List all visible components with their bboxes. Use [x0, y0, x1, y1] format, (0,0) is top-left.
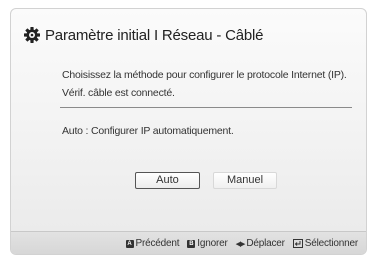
- divider: [60, 107, 352, 108]
- footer-ignore[interactable]: B Ignorer: [187, 238, 228, 249]
- move-label: Déplacer: [246, 238, 285, 249]
- b-key-icon: B: [187, 239, 196, 248]
- manual-button[interactable]: Manuel: [213, 172, 277, 189]
- footer-help-bar: A Précédent B Ignorer ◀▶ Déplacer Sélect…: [11, 231, 366, 254]
- ignore-label: Ignorer: [197, 238, 228, 249]
- left-right-arrows-icon: ◀▶: [235, 240, 246, 248]
- footer-select: Sélectionner: [292, 238, 358, 249]
- setup-dialog: Paramètre initial I Réseau - Câblé Chois…: [10, 8, 367, 255]
- footer-previous[interactable]: A Précédent: [125, 238, 180, 249]
- dialog-title-row: Paramètre initial I Réseau - Câblé: [23, 25, 264, 45]
- cable-check-text: Vérif. câble est connecté.: [62, 87, 175, 99]
- previous-label: Précédent: [135, 238, 180, 249]
- instruction-text: Choisissez la méthode pour configurer le…: [62, 69, 347, 81]
- a-key-icon: A: [125, 239, 134, 248]
- select-label: Sélectionner: [304, 238, 358, 249]
- option-description: Auto : Configurer IP automatiquement.: [62, 125, 234, 137]
- enter-icon: [292, 239, 303, 248]
- gear-icon: [23, 26, 41, 44]
- auto-button[interactable]: Auto: [135, 172, 200, 189]
- dialog-title: Paramètre initial I Réseau - Câblé: [45, 26, 264, 44]
- footer-move: ◀▶ Déplacer: [236, 238, 285, 249]
